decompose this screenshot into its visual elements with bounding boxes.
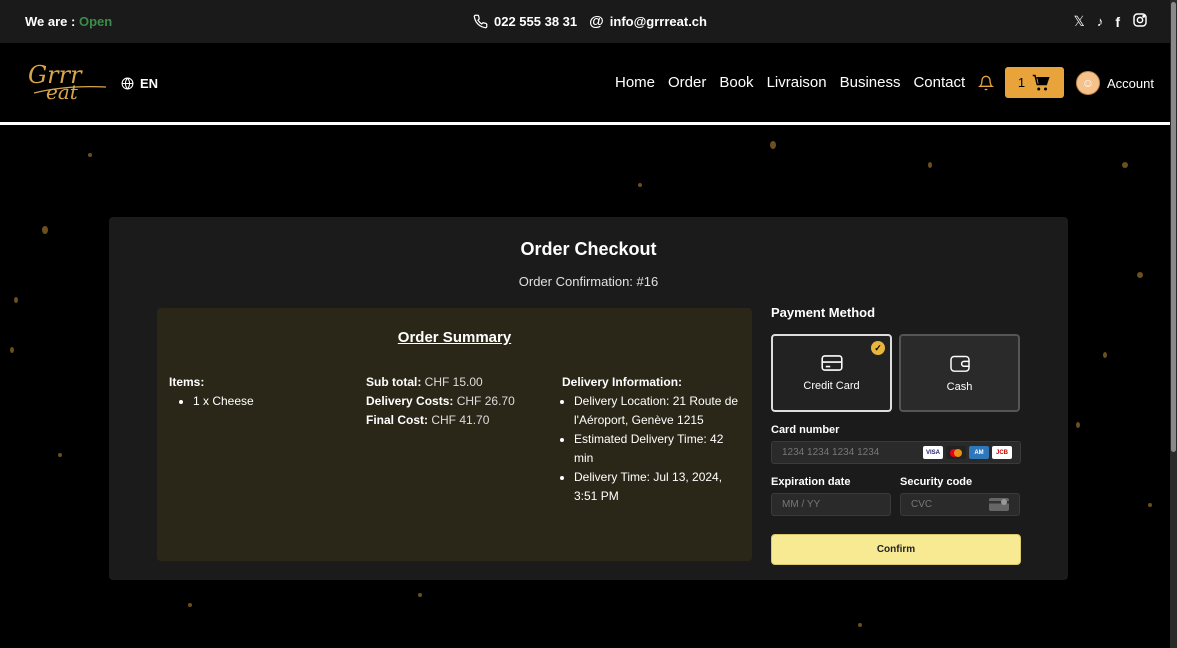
payment-panel: Payment Method ✓ Credit Card Cash Card n… [771,305,1021,565]
email-address: info@grrreat.ch [609,14,707,29]
items-column: Items: 1 x Cheese [169,373,254,411]
nav-divider [0,122,1177,125]
security-code-input[interactable]: CVC [900,493,1020,516]
list-item: Delivery Location: 21 Route de l'Aéropor… [574,392,742,430]
nav-business[interactable]: Business [840,74,901,91]
expiration-placeholder: MM / YY [782,499,821,510]
checkout-card: Order Checkout Order Confirmation: #16 O… [109,217,1068,580]
delivery-cost-row: Delivery Costs: CHF 26.70 [366,392,515,411]
facebook-icon[interactable]: f [1115,14,1120,30]
list-item: Estimated Delivery Time: 42 min [574,430,742,468]
open-status: We are : Open [25,14,112,29]
items-label: Items: [169,375,205,389]
nav-menu: Home Order Book Livraison Business Conta… [615,74,965,91]
card-number-placeholder: 1234 1234 1234 1234 [782,447,880,458]
delivery-cost-label: Delivery Costs: [366,394,454,408]
contact-info: 022 555 38 31 @ info@grrreat.ch [473,13,707,30]
phone-number: 022 555 38 31 [494,14,578,29]
phone-link[interactable]: 022 555 38 31 [473,14,577,29]
cvc-card-icon [989,498,1009,511]
list-item: 1 x Cheese [193,392,254,411]
email-link[interactable]: @ info@grrreat.ch [589,13,707,30]
order-summary-panel: Order Summary Items: 1 x Cheese Sub tota… [157,308,752,561]
scrollbar-thumb[interactable] [1171,2,1176,452]
expiration-input[interactable]: MM / YY [771,493,891,516]
account-label: Account [1107,75,1154,91]
cash-option[interactable]: Cash [899,334,1020,412]
nav-livraison[interactable]: Livraison [767,74,827,91]
security-group: Security code CVC [900,464,1020,516]
credit-card-icon [820,354,843,371]
confirm-button[interactable]: Confirm [771,534,1021,565]
final-cost-row: Final Cost: CHF 41.70 [366,411,515,430]
delivery-info-label: Delivery Information: [562,375,683,389]
credit-card-option[interactable]: ✓ Credit Card [771,334,892,412]
expiration-label: Expiration date [771,476,851,488]
top-info-bar: We are : Open 022 555 38 31 @ info@grrre… [0,0,1170,43]
cart-button[interactable]: 1 [1005,67,1064,98]
order-confirmation: Order Confirmation: #16 [518,274,659,289]
credit-card-label: Credit Card [803,379,860,392]
wallet-icon [949,355,970,372]
globe-icon [121,77,134,90]
nav-order[interactable]: Order [668,74,706,91]
x-icon[interactable]: 𝕏 [1074,13,1085,30]
expiry-cvc-row: Expiration date MM / YY Security code CV… [771,464,1021,516]
security-code-placeholder: CVC [911,499,933,510]
costs-column: Sub total: CHF 15.00 Delivery Costs: CHF… [366,373,515,430]
svg-text:eat: eat [46,80,79,104]
order-summary-title: Order Summary [397,329,512,346]
subtotal-label: Sub total: [366,375,422,389]
subtotal-value: CHF 15.00 [424,375,483,389]
notification-bell-icon[interactable] [978,74,994,92]
payment-methods: ✓ Credit Card Cash [771,334,1021,412]
page-title: Order Checkout [520,239,657,259]
items-list: 1 x Cheese [169,392,254,411]
expiration-group: Expiration date MM / YY [771,464,891,516]
delivery-info-list: Delivery Location: 21 Route de l'Aéropor… [562,392,742,506]
final-cost-value: CHF 41.70 [431,413,490,427]
cash-label: Cash [946,380,973,393]
mastercard-icon [946,446,966,459]
final-cost-label: Final Cost: [366,413,428,427]
delivery-info-column: Delivery Information: Delivery Location:… [562,373,742,506]
account-menu[interactable]: ☺ Account [1076,71,1154,95]
cart-count: 1 [1017,75,1026,90]
instagram-icon[interactable] [1132,12,1148,31]
list-item: Delivery Time: Jul 13, 2024, 3:51 PM [574,468,742,506]
subtotal-row: Sub total: CHF 15.00 [366,373,515,392]
social-links: 𝕏 ♪ f [1074,12,1148,31]
visa-icon: VISA [923,446,943,459]
avatar: ☺ [1076,71,1100,95]
payment-method-title: Payment Method [771,305,876,320]
language-label: EN [140,76,159,91]
status-value: Open [78,14,113,29]
nav-book[interactable]: Book [719,74,753,91]
phone-icon [473,14,488,29]
cart-icon [1032,74,1050,90]
nav-home[interactable]: Home [615,74,655,91]
delivery-cost-value: CHF 26.70 [456,394,515,408]
at-icon: @ [589,13,604,30]
status-label: We are : [25,14,76,29]
grrreat-logo[interactable]: Grrr eat [26,57,108,107]
jcb-icon: JCB [992,446,1012,459]
security-code-label: Security code [900,476,973,488]
card-brands: VISA AM JCB [923,446,1012,459]
nav-contact[interactable]: Contact [913,74,965,91]
page-scrollbar[interactable] [1170,0,1177,648]
card-number-label: Card number [771,424,840,436]
tiktok-icon[interactable]: ♪ [1097,14,1104,29]
selected-check-icon: ✓ [871,341,885,355]
language-selector[interactable]: EN [121,76,158,91]
amex-icon: AM [969,446,989,459]
main-navbar: Grrr eat EN Home Order Book Livraison Bu… [0,43,1170,123]
card-number-input[interactable]: 1234 1234 1234 1234 VISA AM JCB [771,441,1021,464]
